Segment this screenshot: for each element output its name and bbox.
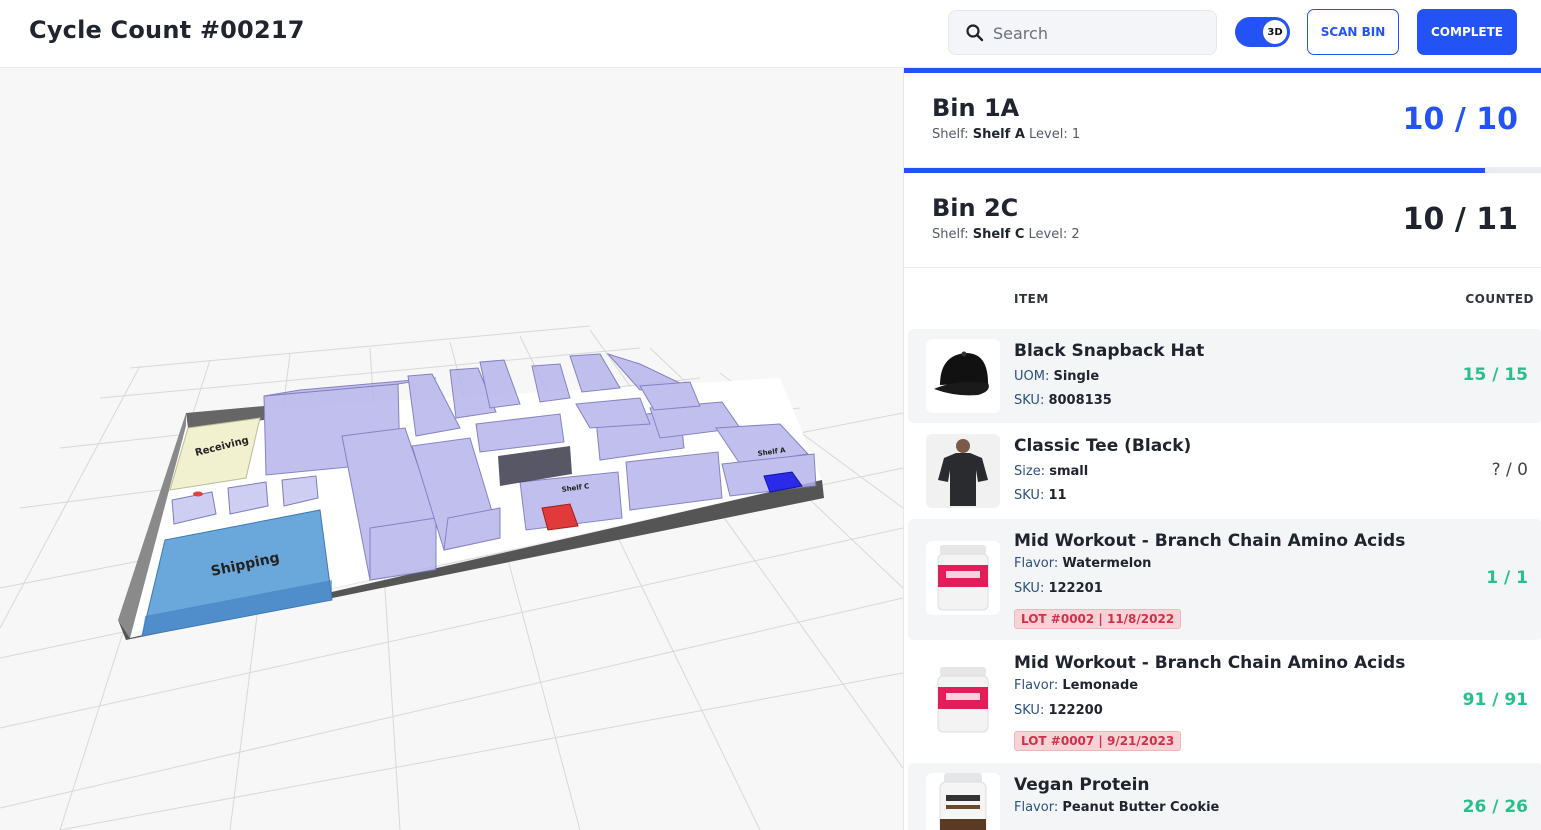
bin-meta: Shelf: Shelf C Level: 2 [932, 227, 1080, 242]
item-sku: SKU: 11 [1014, 488, 1067, 503]
supplement-tub-icon [926, 541, 1000, 615]
counted-column-header: COUNTED [1465, 292, 1534, 306]
item-title: Mid Workout - Branch Chain Amino Acids [1014, 531, 1406, 551]
item-column-header: ITEM [1014, 292, 1049, 306]
bin-progress-track [904, 68, 1541, 73]
item-attribute: UOM: Single [1014, 369, 1100, 384]
warehouse-scene: Receiving Shipping Shelf C Shelf A [0, 325, 903, 830]
item-row[interactable]: Mid Workout - Branch Chain Amino Acids F… [908, 519, 1541, 640]
warehouse-3d-view[interactable]: Receiving Shipping Shelf C Shelf A [0, 68, 903, 830]
item-attribute: Flavor: Peanut Butter Cookie [1014, 800, 1220, 815]
count-panel: Bin 1A Shelf: Shelf A Level: 1 10 / 10 B… [903, 68, 1541, 830]
item-title: Mid Workout - Branch Chain Amino Acids [1014, 653, 1406, 673]
supplement-tub-icon [926, 663, 1000, 737]
protein-tub-icon [926, 773, 1000, 830]
item-title: Classic Tee (Black) [1014, 436, 1192, 456]
bin-name: Bin 1A [932, 94, 1020, 122]
search-icon [966, 24, 984, 42]
3d-toggle-knob: 3D [1263, 20, 1287, 44]
item-sku: SKU: 122201 [1014, 581, 1103, 596]
bin-count: 10 / 11 [1402, 202, 1518, 237]
item-row[interactable]: Vegan Protein Flavor: Peanut Butter Cook… [908, 763, 1541, 830]
hat-thumbnail-icon [926, 339, 1000, 413]
item-count: 1 / 1 [1486, 568, 1528, 588]
item-attribute: Size: small [1014, 464, 1089, 479]
scan-bin-button[interactable]: SCAN BIN [1307, 9, 1399, 55]
bin-card[interactable]: Bin 1A Shelf: Shelf A Level: 1 10 / 10 [904, 68, 1541, 168]
item-count: 91 / 91 [1462, 690, 1528, 710]
bin-progress-track [904, 168, 1541, 173]
lot-badge: LOT #0007 | 9/21/2023 [1014, 731, 1182, 751]
item-row[interactable]: Classic Tee (Black) Size: small SKU: 11 … [908, 424, 1541, 518]
item-count: 26 / 26 [1462, 797, 1528, 817]
bin-progress-fill [904, 68, 1541, 73]
complete-button[interactable]: COMPLETE [1417, 9, 1517, 55]
item-sku: SKU: 8008135 [1014, 393, 1112, 408]
tee-thumbnail-icon [926, 434, 1000, 508]
page-title: Cycle Count #00217 [29, 16, 305, 44]
header: Cycle Count #00217 3D SCAN BIN COMPLETE [0, 0, 1541, 68]
bin-name: Bin 2C [932, 194, 1019, 222]
bin-card[interactable]: Bin 2C Shelf: Shelf C Level: 2 10 / 11 [904, 168, 1541, 268]
item-sku: SKU: 122200 [1014, 703, 1103, 718]
3d-toggle[interactable]: 3D [1235, 17, 1290, 47]
item-title: Vegan Protein [1014, 775, 1150, 795]
item-attribute: Flavor: Lemonade [1014, 678, 1139, 693]
item-row[interactable]: Mid Workout - Branch Chain Amino Acids F… [908, 641, 1541, 762]
item-column-headers: ITEM COUNTED [904, 282, 1541, 316]
receiving-marker [193, 491, 203, 497]
bin-progress-fill [904, 168, 1485, 173]
item-attribute: Flavor: Watermelon [1014, 556, 1152, 571]
item-row[interactable]: Black Snapback Hat UOM: Single SKU: 8008… [908, 329, 1541, 423]
bin-meta: Shelf: Shelf A Level: 1 [932, 127, 1081, 142]
search-box[interactable] [948, 10, 1217, 55]
lot-badge: LOT #0002 | 11/8/2022 [1014, 609, 1182, 629]
item-title: Black Snapback Hat [1014, 341, 1205, 361]
item-count: 15 / 15 [1462, 365, 1528, 385]
item-count: ? / 0 [1491, 460, 1528, 480]
search-input[interactable] [993, 19, 1203, 47]
bin-count: 10 / 10 [1402, 102, 1518, 137]
